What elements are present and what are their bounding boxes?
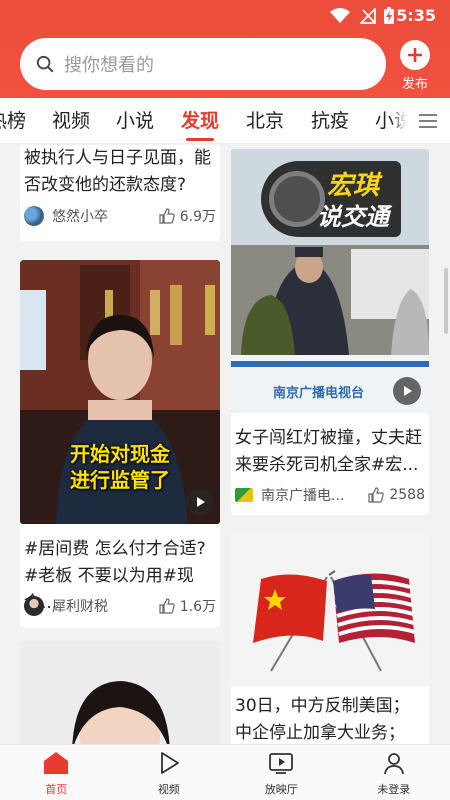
feed-card[interactable]: 开始对现金 进行监管了 #居间费 怎么付才合适?#老板 不要以为用#现金... …	[20, 260, 220, 628]
video-thumbnail[interactable]: 宏琪 说交通 南京广播电视台	[231, 149, 429, 413]
video-thumbnail-image	[20, 641, 220, 745]
nav-profile-label: 未登录	[377, 783, 411, 796]
search-placeholder: 搜你想看的	[64, 55, 154, 76]
play-outline-icon	[160, 752, 179, 774]
publish-label: 发布	[401, 77, 428, 92]
tab-discover[interactable]: 发现	[181, 106, 219, 133]
video-caption-line2: 进行监管了	[70, 468, 170, 492]
video-caption-line1: 开始对现金	[70, 442, 170, 466]
thumbs-up-icon	[159, 598, 175, 614]
avatar	[24, 206, 44, 226]
feed-card[interactable]: 宏琪 说交通 南京广播电视台 女子闯红灯被撞，丈夫赶来要杀死司机全家#宏... …	[231, 149, 429, 515]
channel-tabs: 热榜 视频 小说 发现 北京 抗疫 小说	[0, 98, 450, 144]
author-name[interactable]: 悠然小卒	[52, 206, 159, 226]
active-tab-indicator	[186, 138, 214, 141]
play-button[interactable]	[393, 377, 421, 405]
user-icon	[383, 753, 404, 775]
menu-icon	[419, 113, 437, 128]
article-image[interactable]	[231, 531, 429, 687]
feed-card[interactable]: 被执行人与日子见面，能否改变他的还款态度? 悠然小卒 6.9万	[20, 145, 220, 241]
card-meta: 犀利财税 1.6万	[20, 594, 220, 618]
feed-card[interactable]	[20, 641, 220, 745]
program-banner: 宏琪 说交通	[261, 161, 401, 237]
nav-video[interactable]: 视频	[113, 745, 226, 800]
play-icon	[404, 386, 412, 396]
scrollbar-thumb[interactable]	[444, 268, 448, 334]
status-bar: 5:35	[0, 0, 450, 30]
like-count-value: 1.6万	[179, 599, 216, 615]
card-meta: 南京广播电... 2588	[231, 483, 429, 507]
tv-play-icon	[269, 753, 294, 774]
nav-theater[interactable]: 放映厅	[225, 745, 338, 800]
video-thumbnail[interactable]: 开始对现金 进行监管了	[20, 260, 220, 524]
status-time: 5:35	[396, 6, 436, 25]
avatar	[235, 488, 253, 502]
card-title: 被执行人与日子见面，能否改变他的还款态度?	[24, 148, 211, 195]
author-name[interactable]: 南京广播电...	[261, 485, 368, 505]
no-signal-icon	[360, 8, 376, 24]
tab-novel[interactable]: 小说	[116, 106, 154, 133]
station-brand: 南京广播电视台	[273, 386, 365, 401]
flags-image	[231, 531, 429, 687]
nav-home-label: 首页	[45, 783, 68, 796]
nav-theater-label: 放映厅	[264, 783, 298, 796]
feed-card[interactable]: 30日，中方反制美国；中企停止加拿大业务；赵...	[231, 531, 429, 745]
like-count-value: 2588	[389, 487, 425, 503]
author-name[interactable]: 犀利财税	[52, 596, 159, 616]
play-button[interactable]	[186, 488, 214, 516]
search-bar[interactable]: 搜你想看的	[20, 38, 386, 90]
nav-profile[interactable]: 未登录	[338, 745, 450, 800]
nav-home[interactable]: 首页	[0, 745, 113, 800]
like-count[interactable]: 1.6万	[159, 596, 216, 616]
wifi-icon	[330, 8, 350, 23]
card-meta: 悠然小卒 6.9万	[20, 204, 220, 228]
search-icon	[36, 55, 54, 73]
tab-antiepidemic[interactable]: 抗疫	[311, 106, 349, 133]
program-name-line2: 说交通	[317, 203, 389, 231]
app-header: 5:35 搜你想看的 发布	[0, 0, 450, 98]
like-count-value: 6.9万	[179, 209, 216, 225]
like-count[interactable]: 6.9万	[159, 206, 216, 226]
card-title: 30日，中方反制美国；中企停止加拿大业务；赵...	[235, 696, 410, 743]
channel-menu-button[interactable]	[406, 98, 450, 143]
publish-button[interactable]: 发布	[390, 40, 440, 92]
plus-icon	[400, 40, 430, 70]
bottom-navigation: 首页 视频 放映厅 未登录	[0, 744, 450, 800]
play-icon	[197, 497, 205, 507]
tab-video[interactable]: 视频	[52, 106, 90, 133]
home-icon	[44, 752, 69, 774]
thumbs-up-icon	[368, 487, 385, 503]
nav-video-label: 视频	[157, 783, 180, 796]
like-count[interactable]: 2588	[368, 487, 425, 503]
discover-feed[interactable]: 被执行人与日子见面，能否改变他的还款态度? 悠然小卒 6.9万 开始对现金 进行…	[0, 145, 450, 745]
avatar	[24, 596, 44, 616]
tab-hot[interactable]: 热榜	[0, 106, 26, 133]
card-title: 女子闯红灯被撞，丈夫赶来要杀死司机全家#宏...	[235, 428, 422, 475]
thumbs-up-icon	[159, 208, 175, 224]
tab-beijing[interactable]: 北京	[246, 106, 284, 133]
battery-charging-icon	[384, 7, 394, 24]
